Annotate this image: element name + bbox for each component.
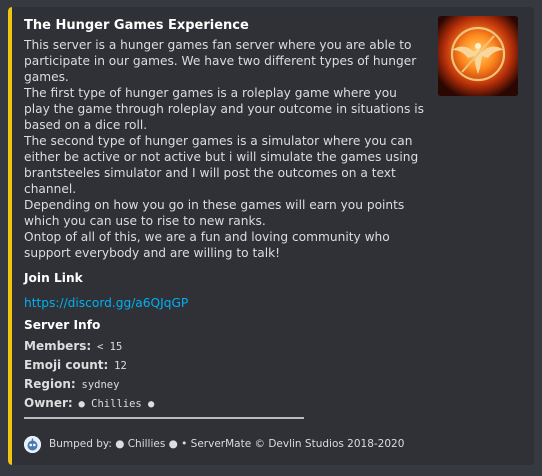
region-row: Region: sydney — [24, 375, 424, 394]
server-embed: The Hunger Games Experience This server … — [8, 7, 534, 465]
embed-description: This server is a hunger games fan server… — [24, 38, 424, 260]
mockingjay-fire-icon[interactable] — [438, 16, 518, 96]
embed-footer: Bumped by: ● Chillies ● • ServerMate © D… — [24, 435, 404, 453]
members-label: Members: — [24, 339, 92, 353]
embed-accent-bar — [8, 7, 12, 465]
owner-row: Owner: ● Chillies ● — [24, 394, 424, 413]
server-info-label: Server Info — [24, 318, 101, 332]
footer-text: Bumped by: ● Chillies ● • ServerMate © D… — [49, 438, 405, 450]
region-label: Region: — [24, 377, 76, 391]
emoji-count-value: 12 — [112, 360, 129, 372]
owner-value: ● Chillies ● — [76, 398, 157, 410]
members-value: < 15 — [95, 341, 125, 353]
footer-divider — [24, 417, 304, 419]
emoji-count-label: Emoji count: — [24, 358, 109, 372]
owner-label: Owner: — [24, 396, 73, 410]
embed-content: The Hunger Games Experience This server … — [24, 17, 424, 413]
embed-title: The Hunger Games Experience — [24, 18, 249, 33]
join-link-label: Join Link — [24, 271, 83, 285]
region-value: sydney — [79, 379, 122, 391]
server-info-list: Members: < 15 Emoji count: 12 Region: sy… — [24, 337, 424, 413]
join-link[interactable]: https://discord.gg/a6QJqGP — [24, 295, 188, 311]
emoji-count-row: Emoji count: 12 — [24, 356, 424, 375]
members-row: Members: < 15 — [24, 337, 424, 356]
servermate-bot-icon — [24, 435, 41, 453]
